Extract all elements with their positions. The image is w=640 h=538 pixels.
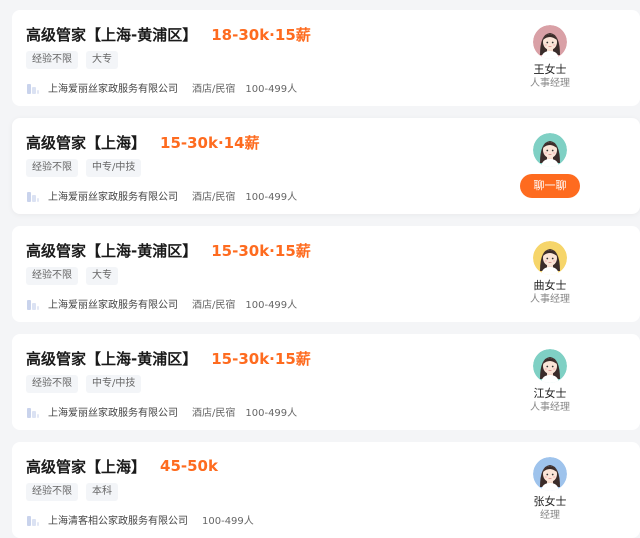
company-name[interactable]: 上海爱丽丝家政服务有限公司 xyxy=(48,296,178,311)
job-title[interactable]: 高级管家【上海-黄浦区】 xyxy=(26,24,197,45)
company-info: 上海爱丽丝家政服务有限公司 酒店/民宿 100-499人 xyxy=(26,404,297,419)
recruiter-name: 王女士 xyxy=(533,63,567,76)
recruiter-title: 经理 xyxy=(540,510,560,521)
company-logo-icon xyxy=(26,189,40,203)
female-avatar-icon xyxy=(533,349,567,383)
job-card[interactable]: 高级管家【上海】 15-30k·14薪 经验不限 中专/中技 上海爱丽丝家政服务… xyxy=(12,118,640,214)
company-info: 上海爱丽丝家政服务有限公司 酒店/民宿 100-499人 xyxy=(26,296,297,311)
job-card[interactable]: 高级管家【上海-黄浦区】 15-30k·15薪 经验不限 中专/中技 上海爱丽丝… xyxy=(12,334,640,430)
job-title-row: 高级管家【上海-黄浦区】 15-30k·15薪 xyxy=(26,347,311,369)
job-salary: 15-30k·15薪 xyxy=(211,241,311,260)
job-salary: 15-30k·15薪 xyxy=(211,349,311,368)
tag-education: 大专 xyxy=(86,267,118,285)
female-avatar-icon xyxy=(533,241,567,275)
recruiter-name: 江女士 xyxy=(533,387,567,400)
tag-education: 本科 xyxy=(86,483,118,501)
company-info: 上海清客相公家政服务有限公司 100-499人 xyxy=(26,512,254,527)
recruiter-name: 张女士 xyxy=(533,495,567,508)
company-industry: 酒店/民宿 xyxy=(192,192,236,203)
tag-education: 大专 xyxy=(86,51,118,69)
job-card[interactable]: 高级管家【上海-黄浦区】 15-30k·15薪 经验不限 大专 上海爱丽丝家政服… xyxy=(12,226,640,322)
female-avatar-icon xyxy=(533,133,567,167)
recruiter-title: 人事经理 xyxy=(530,402,570,413)
recruiter-title: 人事经理 xyxy=(530,78,570,89)
job-tags: 经验不限 中专/中技 xyxy=(26,375,142,393)
company-logo-icon xyxy=(26,513,40,527)
tag-experience: 经验不限 xyxy=(26,375,78,393)
job-tags: 经验不限 大专 xyxy=(26,51,118,69)
company-name[interactable]: 上海爱丽丝家政服务有限公司 xyxy=(48,404,178,419)
company-info: 上海爱丽丝家政服务有限公司 酒店/民宿 100-499人 xyxy=(26,188,297,203)
recruiter-info[interactable]: 张女士 经理 xyxy=(524,457,576,522)
company-industry: 酒店/民宿 xyxy=(192,408,236,419)
recruiter-info[interactable]: 江女士 人事经理 xyxy=(524,349,576,414)
company-name[interactable]: 上海清客相公家政服务有限公司 xyxy=(48,512,188,527)
job-title-row: 高级管家【上海】 45-50k xyxy=(26,455,218,477)
female-avatar-icon xyxy=(533,457,567,491)
job-salary: 15-30k·14薪 xyxy=(160,133,260,152)
job-tags: 经验不限 本科 xyxy=(26,483,118,501)
job-title[interactable]: 高级管家【上海-黄浦区】 xyxy=(26,240,197,261)
company-size: 100-499人 xyxy=(245,192,298,203)
female-avatar-icon xyxy=(533,25,567,59)
company-industry: 酒店/民宿 xyxy=(192,300,236,311)
job-title-row: 高级管家【上海】 15-30k·14薪 xyxy=(26,131,260,153)
job-card[interactable]: 高级管家【上海-黄浦区】 18-30k·15薪 经验不限 大专 上海爱丽丝家政服… xyxy=(12,10,640,106)
company-size: 100-499人 xyxy=(245,84,298,95)
job-tags: 经验不限 中专/中技 xyxy=(26,159,142,177)
job-title[interactable]: 高级管家【上海】 xyxy=(26,132,146,153)
job-title-row: 高级管家【上海-黄浦区】 15-30k·15薪 xyxy=(26,239,311,261)
job-title-row: 高级管家【上海-黄浦区】 18-30k·15薪 xyxy=(26,23,311,45)
recruiter-name: 曲女士 xyxy=(533,279,567,292)
job-title[interactable]: 高级管家【上海】 xyxy=(26,456,146,477)
company-logo-icon xyxy=(26,405,40,419)
tag-education: 中专/中技 xyxy=(86,159,142,177)
job-salary: 45-50k xyxy=(160,457,218,475)
tag-experience: 经验不限 xyxy=(26,267,78,285)
tag-experience: 经验不限 xyxy=(26,483,78,501)
chat-button[interactable]: 聊一聊 xyxy=(520,174,580,198)
company-size: 100-499人 xyxy=(245,300,298,311)
recruiter-info[interactable]: 曲女士 人事经理 xyxy=(524,241,576,306)
company-logo-icon xyxy=(26,297,40,311)
company-name[interactable]: 上海爱丽丝家政服务有限公司 xyxy=(48,80,178,95)
company-industry: 酒店/民宿 xyxy=(192,84,236,95)
company-size: 100-499人 xyxy=(245,408,298,419)
recruiter-info[interactable]: 王女士 人事经理 xyxy=(524,25,576,90)
company-name[interactable]: 上海爱丽丝家政服务有限公司 xyxy=(48,188,178,203)
tag-experience: 经验不限 xyxy=(26,159,78,177)
job-card[interactable]: 高级管家【上海】 45-50k 经验不限 本科 上海清客相公家政服务有限公司 1… xyxy=(12,442,640,538)
job-tags: 经验不限 大专 xyxy=(26,267,118,285)
company-info: 上海爱丽丝家政服务有限公司 酒店/民宿 100-499人 xyxy=(26,80,297,95)
recruiter-info[interactable] xyxy=(524,133,576,167)
job-title[interactable]: 高级管家【上海-黄浦区】 xyxy=(26,348,197,369)
job-salary: 18-30k·15薪 xyxy=(211,25,311,44)
company-size: 100-499人 xyxy=(202,516,254,527)
company-logo-icon xyxy=(26,81,40,95)
tag-experience: 经验不限 xyxy=(26,51,78,69)
tag-education: 中专/中技 xyxy=(86,375,142,393)
recruiter-title: 人事经理 xyxy=(530,294,570,305)
